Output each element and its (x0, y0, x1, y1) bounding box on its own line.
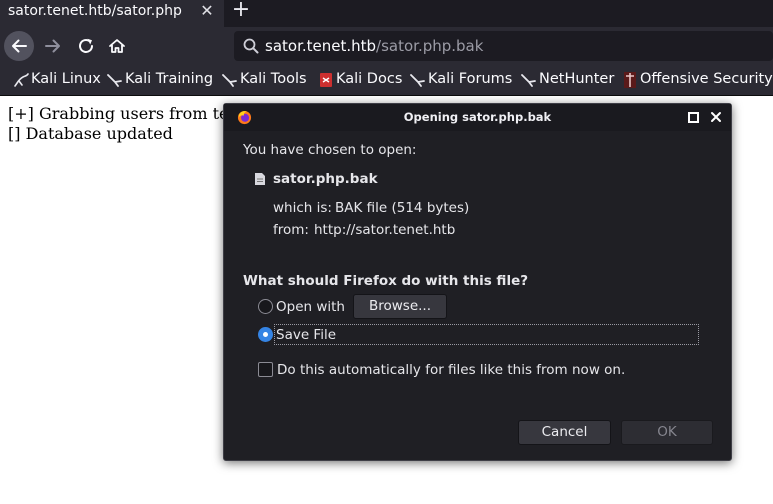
kali-dragon-icon (410, 74, 425, 87)
from-label: from: (273, 222, 309, 238)
tab-active[interactable]: sator.tenet.htb/sator.php ✕ (0, 0, 224, 27)
file-name: sator.php.bak (273, 171, 378, 187)
auto-action-checkbox[interactable] (258, 362, 273, 377)
url-host: sator.tenet.htb (265, 37, 377, 55)
navigation-toolbar: sator.tenet.htb/sator.php.bak (0, 27, 773, 64)
address-url[interactable]: sator.tenet.htb/sator.php.bak (265, 37, 483, 55)
output-line-grabbing: [+] Grabbing users from te (8, 104, 229, 123)
reload-icon (79, 38, 93, 53)
address-bar[interactable]: sator.tenet.htb/sator.php.bak (234, 31, 773, 61)
save-file-focus-ring (274, 324, 699, 345)
home-icon (109, 39, 125, 53)
output-line-database: [] Database updated (8, 124, 173, 143)
offsec-icon (624, 72, 636, 88)
which-is-value: BAK file (514 bytes) (335, 200, 470, 216)
bookmark-label: Kali Tools (240, 71, 307, 87)
ok-button[interactable]: OK (621, 420, 713, 445)
action-question: What should Firefox do with this file? (243, 273, 529, 289)
bookmark-label: Kali Training (125, 71, 214, 87)
kali-dragon-icon (107, 74, 122, 87)
from-value: http://sator.tenet.htb (314, 222, 456, 238)
which-is-label: which is: (273, 200, 332, 216)
home-button[interactable] (104, 31, 130, 61)
arrow-right-icon (45, 39, 60, 53)
forward-button[interactable] (40, 31, 66, 61)
auto-action-label[interactable]: Do this automatically for files like thi… (277, 362, 625, 378)
reload-button[interactable] (74, 31, 100, 61)
arrow-left-icon (12, 39, 27, 53)
search-icon (243, 38, 259, 54)
open-with-radio[interactable] (258, 299, 273, 314)
tab-title: sator.tenet.htb/sator.php (8, 3, 182, 19)
dialog-intro: You have chosen to open: (243, 142, 417, 158)
bookmarks-toolbar: Kali Linux Kali Training Kali Tools Kali… (0, 64, 773, 96)
file-icon (255, 173, 265, 185)
browse-button[interactable]: Browse... (353, 294, 447, 319)
tab-strip: sator.tenet.htb/sator.php ✕ + (0, 0, 773, 27)
open-with-label[interactable]: Open with (276, 299, 345, 315)
bookmark-label: Kali Docs (336, 71, 403, 87)
bookmark-label: NetHunter (539, 71, 615, 87)
close-icon[interactable] (709, 110, 723, 124)
kali-docs-icon (320, 73, 332, 87)
new-tab-icon[interactable]: + (230, 0, 252, 21)
kali-dragon-icon (222, 74, 237, 87)
bookmark-label: Offensive Security (640, 71, 773, 87)
save-file-radio[interactable] (258, 327, 273, 342)
dialog-title: Opening sator.php.bak (403, 110, 552, 124)
save-file-label[interactable]: Save File (276, 327, 336, 343)
url-path: /sator.php.bak (376, 37, 484, 55)
bookmark-label: Kali Forums (428, 71, 513, 87)
maximize-icon[interactable] (688, 112, 699, 123)
tab-close-icon[interactable]: ✕ (198, 1, 216, 21)
kali-dragon-icon (521, 74, 536, 87)
cancel-button[interactable]: Cancel (518, 420, 611, 445)
kali-dragon-icon (14, 73, 29, 87)
download-dialog: Opening sator.php.bak You have chosen to… (223, 103, 732, 461)
dialog-titlebar[interactable]: Opening sator.php.bak (224, 104, 731, 131)
back-button[interactable] (4, 31, 34, 61)
bookmark-label: Kali Linux (31, 71, 101, 87)
